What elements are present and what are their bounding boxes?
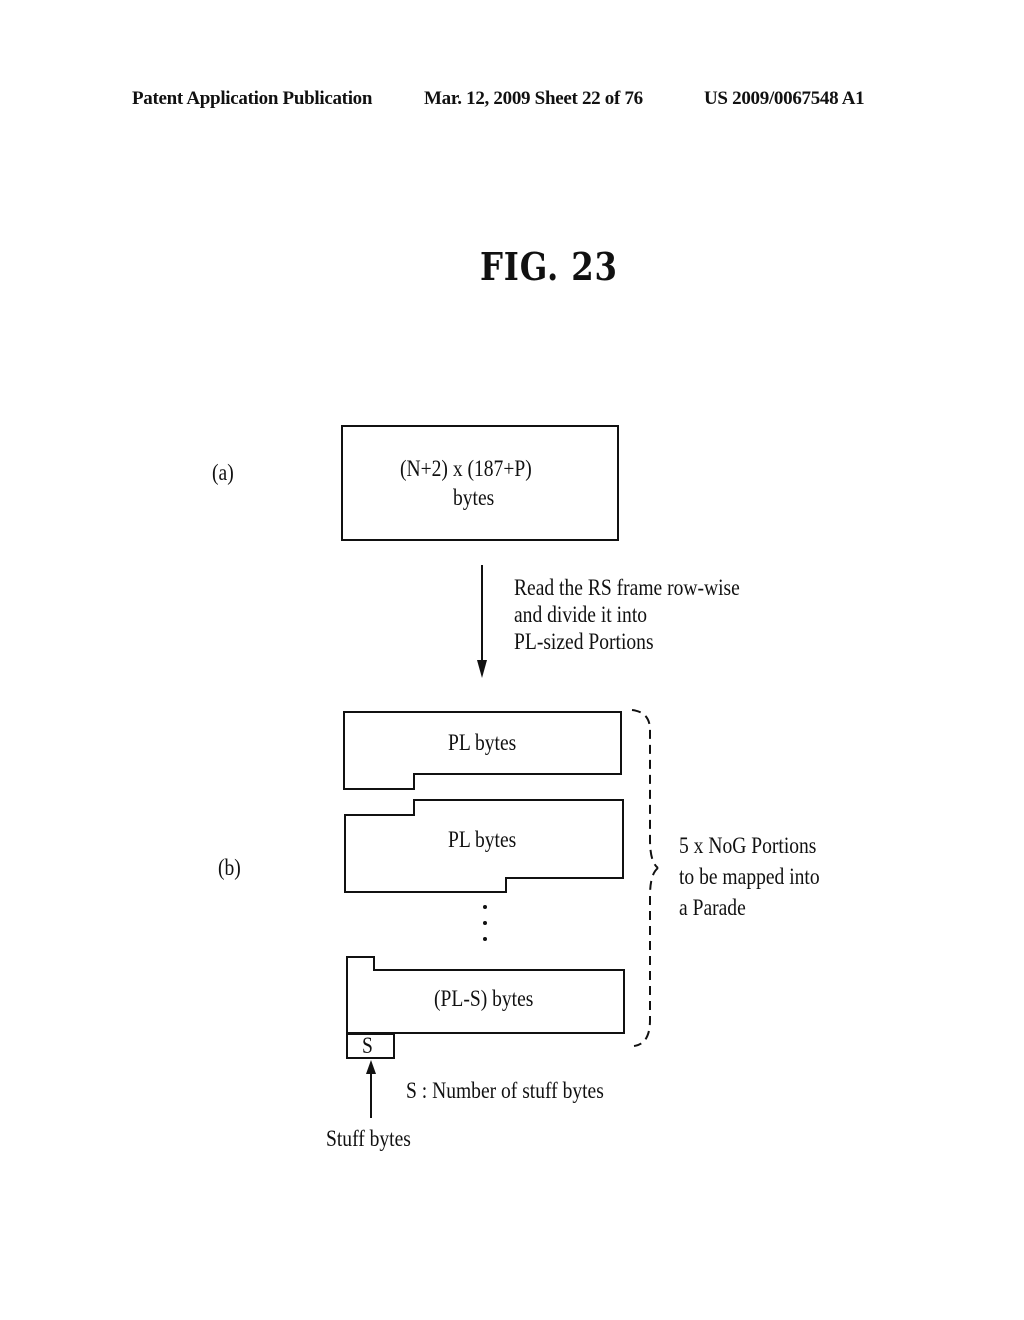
last-portion-label: (PL-S) bytes [434, 986, 534, 1011]
brace-upper [631, 709, 659, 869]
arrow-note-line3: PL-sized Portions [514, 629, 654, 654]
part-a-label: (a) [212, 460, 234, 485]
stuff-legend: S : Number of stuff bytes [406, 1078, 604, 1103]
rs-frame-box [341, 425, 619, 541]
portion-2-label: PL bytes [448, 827, 517, 852]
portion-1-label: PL bytes [448, 730, 517, 755]
brace-note-line3: a Parade [679, 895, 746, 920]
brace-note-line2: to be mapped into [679, 864, 820, 889]
brace-lower [633, 867, 659, 1047]
brace-note-line1: 5 x NoG Portions [679, 833, 817, 858]
ellipsis-dot [483, 937, 487, 941]
down-arrow-head [477, 660, 487, 678]
part-b-label: (b) [218, 855, 241, 880]
stuff-arrow-head [366, 1060, 376, 1074]
stuff-bytes-label: Stuff bytes [326, 1126, 411, 1151]
stuff-box-label: S [362, 1033, 373, 1058]
diagram-shapes [341, 425, 659, 1118]
ellipsis-dot [483, 905, 487, 909]
arrow-note-line2: and divide it into [514, 602, 648, 627]
rs-frame-unit-text: bytes [453, 485, 495, 510]
ellipsis-dot [483, 921, 487, 925]
rs-frame-size-text: (N+2) x (187+P) [400, 456, 532, 481]
arrow-note-line1: Read the RS frame row-wise [514, 575, 740, 600]
